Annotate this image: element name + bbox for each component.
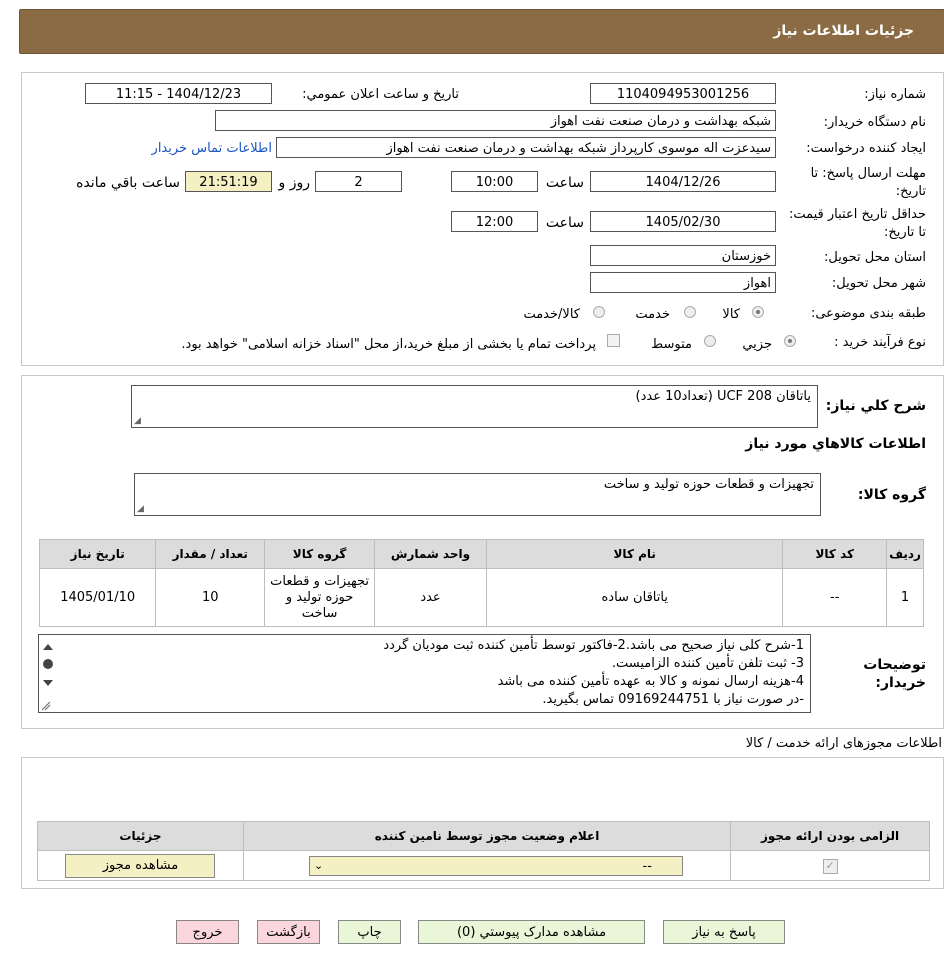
need-number-label: شماره نیاز: <box>864 87 926 102</box>
buyer-notes-textarea[interactable]: 1-شرح کلی نیاز صحیح می باشد.2-فاکتور توس… <box>38 634 811 713</box>
purchase-medium-label: متوسط <box>651 337 692 352</box>
province-field: خوزستان <box>590 245 776 266</box>
table-row: 1 -- یاتاقان ساده عدد تجهیزات و قطعات حو… <box>38 568 924 627</box>
category-service-radio[interactable] <box>684 306 696 318</box>
buyer-notes-label: توضیحات خریدار: <box>863 657 926 691</box>
cell-permit-required: ✓ <box>730 850 930 881</box>
cell-code: -- <box>782 568 888 627</box>
remaining-label: ساعت باقي مانده <box>76 175 180 191</box>
requester-field: سیدعزت اله موسوی کارپرداز شبکه بهداشت و … <box>276 137 776 158</box>
scroll-thumb-icon <box>43 659 53 669</box>
general-desc-textarea[interactable]: یاتاقان UCF 208 (تعداد10 عدد) ◢ <box>131 385 818 428</box>
col-header-need-date: تاریخ نیاز <box>38 539 157 569</box>
category-goods-label: کالا <box>722 307 740 322</box>
reply-button[interactable]: پاسخ به نیاز <box>663 920 785 944</box>
validity-time-field: 12:00 <box>451 211 538 232</box>
cell-group: تجهیزات و قطعات حوزه تولید و ساخت <box>264 568 376 627</box>
goods-group-textarea[interactable]: تجهیزات و قطعات حوزه تولید و ساخت ◢ <box>134 473 821 516</box>
cell-unit: عدد <box>374 568 487 627</box>
cell-need-date: 1405/01/10 <box>38 568 157 627</box>
permit-status-select[interactable]: -- ⌄ <box>308 855 683 876</box>
remaining-time-field: 21:51:19 <box>185 171 272 192</box>
general-desc-text: یاتاقان UCF 208 (تعداد10 عدد) <box>635 389 811 404</box>
permits-table: الزامی بودن ارائه مجوز اعلام وضعیت مجوز … <box>37 821 930 881</box>
cell-name: یاتاقان ساده <box>485 568 784 627</box>
category-service-label: خدمت <box>635 307 670 322</box>
col-header-permit-required: الزامی بودن ارائه مجوز <box>730 821 930 851</box>
validity-date-field: 1405/02/30 <box>590 211 776 232</box>
col-header-code: کد کالا <box>782 539 888 569</box>
days-field: 2 <box>315 171 402 192</box>
general-desc-label: شرح کلي نیاز: <box>825 398 926 414</box>
col-header-permit-status: اعلام وضعیت مجوز توسط نامین کننده <box>242 821 732 851</box>
col-header-quantity: تعداد / مقدار <box>155 539 266 569</box>
deadline-time-field: 10:00 <box>451 171 538 192</box>
buyer-notes-line: 1-شرح کلی نیاز صحیح می باشد.2-فاکتور توس… <box>383 638 804 653</box>
resize-grip-icon: ◢ <box>137 504 144 514</box>
buyer-notes-line: 4-هزینه ارسال نمونه و کالا به عهده تأمین… <box>497 674 804 689</box>
announce-label: تاریخ و ساعت اعلان عمومي: <box>302 87 459 102</box>
scroll-down-icon <box>43 680 53 686</box>
deadline-date-field: 1404/12/26 <box>590 171 776 192</box>
print-button[interactable]: چاپ <box>338 920 401 944</box>
validity-label: حداقل تاریخ اعتبار قیمت: تا تاریخ: <box>788 207 926 240</box>
cell-permit-details: مشاهده مجوز <box>37 850 244 881</box>
goods-info-title: اطلاعات کالاهاي مورد نیاز <box>745 436 926 452</box>
buyer-org-field: شبکه بهداشت و درمان صنعت نفت اهواز <box>215 110 776 131</box>
view-attachments-button[interactable]: مشاهده مدارک پیوستي (0) <box>418 920 645 944</box>
table-row: ✓ -- ⌄ مشاهده مجوز <box>37 850 930 881</box>
permit-status-value: -- <box>642 858 652 874</box>
category-goods-radio[interactable] <box>752 306 764 318</box>
back-button[interactable]: بازگشت <box>257 920 320 944</box>
col-header-name: نام کالا <box>485 539 784 569</box>
permits-title: اطلاعات مجوزهای ارائه خدمت / کالا <box>745 736 942 751</box>
category-label: طبقه بندی موضوعی: <box>810 306 926 321</box>
goods-group-label: گروه کالا: <box>857 487 926 503</box>
cell-permit-status: -- ⌄ <box>242 850 732 881</box>
goods-group-text: تجهیزات و قطعات حوزه تولید و ساخت <box>603 477 814 492</box>
validity-time-label: ساعت <box>545 215 584 231</box>
col-header-group: گروه کالا <box>264 539 376 569</box>
cell-quantity: 10 <box>155 568 266 627</box>
col-header-row-number: ردیف <box>886 539 924 569</box>
purchase-partial-radio[interactable] <box>784 335 796 347</box>
buyer-notes-line: 3- ثبت تلفن تأمین کننده الزامیست. <box>611 656 804 671</box>
treasury-docs-checkbox[interactable] <box>607 334 620 347</box>
chevron-down-icon: ⌄ <box>313 858 324 872</box>
permits-header-row: الزامی بودن ارائه مجوز اعلام وضعیت مجوز … <box>37 821 930 851</box>
resize-grip-icon: ◢ <box>134 416 141 426</box>
col-header-permit-details: جزئیات <box>37 821 244 851</box>
requester-label: ایجاد کننده درخواست: <box>806 141 926 156</box>
days-label: روز و <box>278 175 311 191</box>
cell-row-number: 1 <box>886 568 924 627</box>
need-number-field: 1104094953001256 <box>590 83 776 104</box>
city-label: شهر محل تحویل: <box>831 276 926 291</box>
buyer-notes-line: -در صورت نیاز با 09169244751 تماس بگیرید… <box>542 692 804 707</box>
page-title: جزئیات اطلاعات نیاز <box>773 23 914 39</box>
deadline-label: مهلت ارسال پاسخ: تا تاریخ: <box>810 166 926 199</box>
permit-required-checkbox[interactable]: ✓ <box>822 858 838 874</box>
exit-button[interactable]: خروج <box>176 920 239 944</box>
buyer-contact-link[interactable]: اطلاعات تماس خریدار <box>152 141 272 156</box>
view-permit-button[interactable]: مشاهده مجوز <box>65 853 216 878</box>
goods-table-header-row: ردیف کد کالا نام کالا واحد شمارش گروه کا… <box>38 539 924 569</box>
deadline-time-label: ساعت <box>545 175 584 191</box>
page-header: جزئیات اطلاعات نیاز <box>19 9 944 54</box>
purchase-partial-label: جزیي <box>742 337 772 352</box>
category-both-radio[interactable] <box>593 306 605 318</box>
city-field: اهواز <box>590 272 776 293</box>
notes-scrollbar[interactable] <box>40 636 56 712</box>
buyer-org-label: نام دستگاه خریدار: <box>823 115 926 130</box>
treasury-note: پرداخت تمام یا بخشی از مبلغ خرید،از محل … <box>181 337 596 352</box>
category-both-label: کالا/خدمت <box>523 307 580 322</box>
announce-field: 1404/12/23 - 11:15 <box>85 83 272 104</box>
col-header-unit: واحد شمارش <box>374 539 487 569</box>
goods-table: ردیف کد کالا نام کالا واحد شمارش گروه کا… <box>38 539 924 627</box>
purchase-medium-radio[interactable] <box>704 335 716 347</box>
purchase-type-label: نوع فرآیند خرید : <box>834 335 926 350</box>
resize-grip-icon <box>41 701 51 711</box>
province-label: استان محل تحویل: <box>824 250 926 265</box>
scroll-up-icon <box>43 644 53 650</box>
